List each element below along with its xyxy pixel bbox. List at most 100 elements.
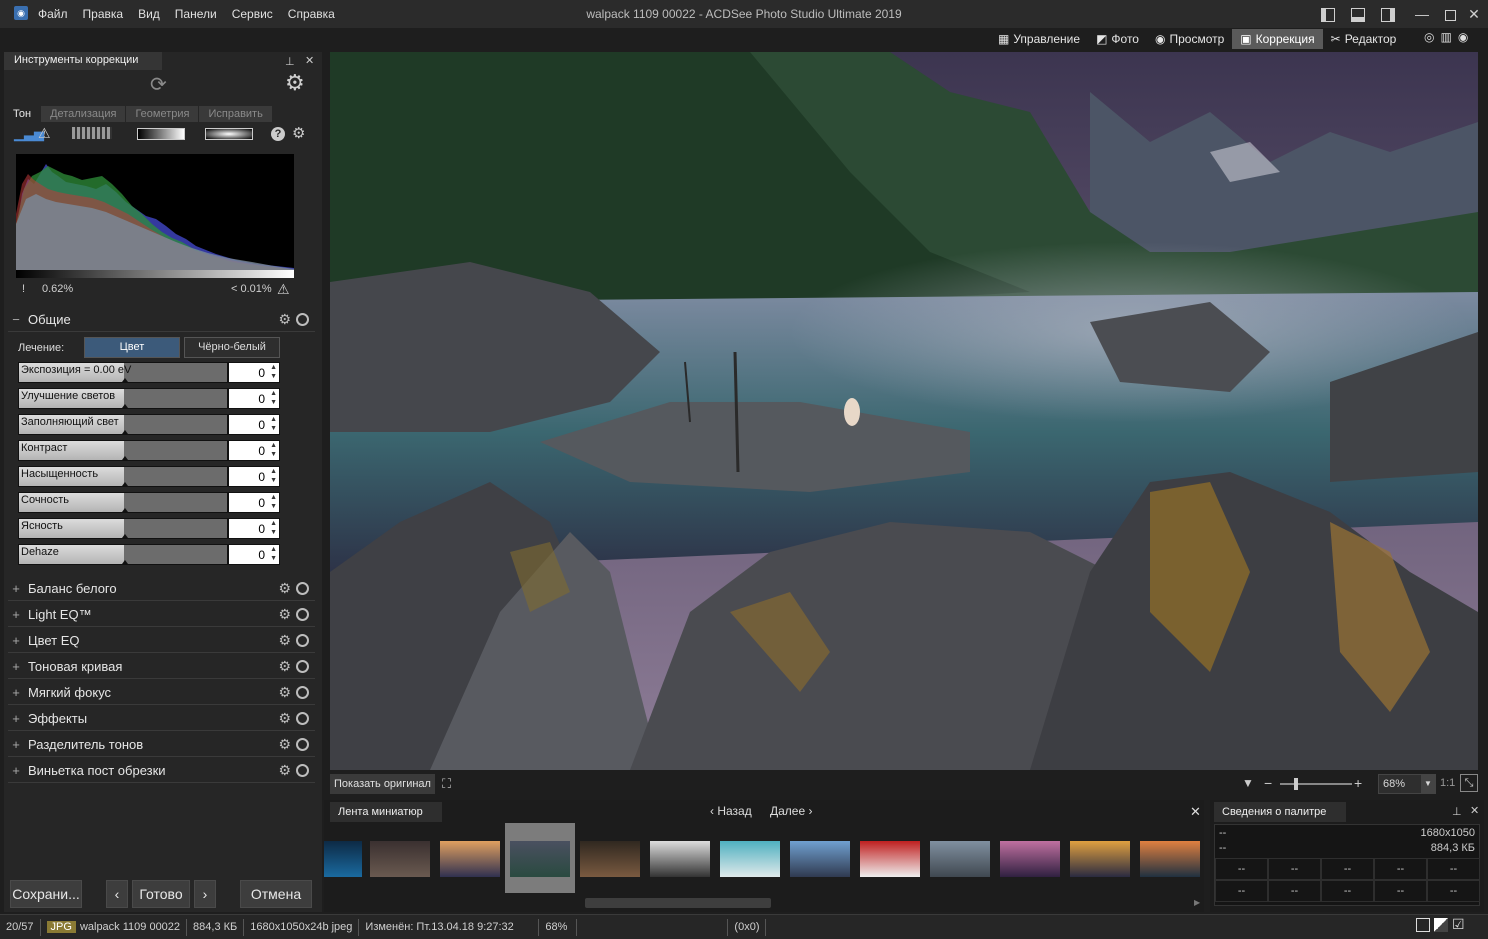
spin-arrows-icon[interactable]: ▲ ▼: [270, 441, 277, 459]
slider-0[interactable]: Экспозиция = 0.00 eV: [18, 362, 228, 383]
expand-icon[interactable]: +: [8, 737, 24, 752]
section-toggle-icon[interactable]: [296, 686, 309, 699]
fullscreen-icon[interactable]: ⛶: [442, 776, 451, 792]
layout-right-icon[interactable]: [1378, 4, 1398, 24]
section-0[interactable]: + Баланс белого ⚙: [8, 577, 315, 601]
slider-value-input[interactable]: 0 ▲ ▼: [228, 388, 280, 409]
slider-3[interactable]: Контраст: [18, 440, 228, 461]
mode-photos[interactable]: ◩ Фото: [1088, 29, 1147, 49]
settings-gear-icon[interactable]: ⚙: [285, 70, 305, 96]
cancel-button[interactable]: Отмена: [240, 880, 312, 908]
main-photo[interactable]: [330, 52, 1478, 770]
section-gear-icon[interactable]: ⚙: [278, 606, 291, 623]
warning-icon[interactable]: ⚠: [38, 125, 51, 142]
expand-icon[interactable]: +: [8, 581, 24, 596]
thumbnail[interactable]: [580, 841, 640, 877]
stats-icon[interactable]: ▥: [1440, 30, 1451, 44]
slider-value-input[interactable]: 0 ▲ ▼: [228, 492, 280, 513]
gradient-swatch-icon[interactable]: [137, 128, 185, 140]
expand-icon[interactable]: +: [8, 763, 24, 778]
thumbnail[interactable]: [440, 841, 500, 877]
thumbnail[interactable]: [790, 841, 850, 877]
section-4[interactable]: + Мягкий фокус ⚙: [8, 681, 315, 705]
section-6[interactable]: + Разделитель тонов ⚙: [8, 733, 315, 757]
done-button[interactable]: Готово: [132, 880, 190, 908]
close-window-button[interactable]: ✕: [1464, 4, 1484, 24]
section-toggle-icon[interactable]: [296, 608, 309, 621]
tab-detail[interactable]: Детализация: [41, 106, 126, 122]
layout-left-icon[interactable]: [1318, 4, 1338, 24]
clip-low-warning-icon[interactable]: !: [22, 283, 25, 295]
next-image-button[interactable]: ›: [194, 880, 216, 908]
thumbnail[interactable]: [1140, 841, 1200, 877]
slider-2[interactable]: Заполняющий свет: [18, 414, 228, 435]
thumbnail[interactable]: [930, 841, 990, 877]
slider-1[interactable]: Улучшение светов: [18, 388, 228, 409]
zoom-out-icon[interactable]: −: [1264, 775, 1272, 791]
section-gear-icon[interactable]: ⚙: [278, 580, 291, 597]
expand-icon[interactable]: +: [8, 633, 24, 648]
section-5[interactable]: + Эффекты ⚙: [8, 707, 315, 731]
section-toggle-icon[interactable]: [296, 634, 309, 647]
zoom-in-icon[interactable]: +: [1354, 775, 1362, 791]
zoom-slider[interactable]: [1280, 783, 1352, 785]
365-icon[interactable]: ◎: [1424, 30, 1434, 44]
pin-icon[interactable]: ⊥: [285, 55, 295, 68]
section-3[interactable]: + Тоновая кривая ⚙: [8, 655, 315, 679]
view-single-icon[interactable]: [1416, 918, 1430, 932]
zoom-menu-icon[interactable]: ▼: [1242, 776, 1254, 790]
slider-7[interactable]: Dehaze: [18, 544, 228, 565]
expand-icon[interactable]: +: [8, 659, 24, 674]
thumbnail[interactable]: [324, 841, 362, 877]
mode-develop[interactable]: ▣ Коррекция: [1232, 29, 1323, 49]
section-gear-icon[interactable]: ⚙: [278, 311, 291, 328]
section-toggle-icon[interactable]: [296, 660, 309, 673]
section-toggle-icon[interactable]: [296, 712, 309, 725]
tab-geometry[interactable]: Геометрия: [126, 106, 199, 122]
section-toggle-icon[interactable]: [296, 764, 309, 777]
actual-size-button[interactable]: 1:1: [1440, 777, 1455, 789]
treatment-bw-button[interactable]: Чёрно-белый: [184, 337, 280, 358]
slider-6[interactable]: Ясность: [18, 518, 228, 539]
slider-4[interactable]: Насыщенность: [18, 466, 228, 487]
filmstrip-next-button[interactable]: Далее ›: [770, 804, 813, 818]
auto-adjust-icon[interactable]: ⟳: [150, 72, 167, 97]
slider-value-input[interactable]: 0 ▲ ▼: [228, 518, 280, 539]
view-check-icon[interactable]: ☑: [1452, 916, 1465, 933]
section-gear-icon[interactable]: ⚙: [278, 710, 291, 727]
thumbnail[interactable]: [1070, 841, 1130, 877]
slider-value-input[interactable]: 0 ▲ ▼: [228, 544, 280, 565]
filmstrip-close-icon[interactable]: ✕: [1190, 804, 1201, 820]
eye-toggle-icon[interactable]: ◉: [1458, 30, 1468, 44]
spin-arrows-icon[interactable]: ▲ ▼: [270, 519, 277, 537]
clip-display-icon[interactable]: [72, 127, 112, 139]
slider-value-input[interactable]: 0 ▲ ▼: [228, 362, 280, 383]
section-gear-icon[interactable]: ⚙: [278, 736, 291, 753]
help-icon[interactable]: ?: [271, 127, 285, 141]
zoom-select[interactable]: 68% ▼: [1378, 774, 1436, 794]
section-2[interactable]: + Цвет EQ ⚙: [8, 629, 315, 653]
minimize-button[interactable]: —: [1412, 4, 1432, 24]
thumbnail[interactable]: [1000, 841, 1060, 877]
radial-swatch-icon[interactable]: [205, 128, 253, 140]
expand-icon[interactable]: +: [8, 711, 24, 726]
section-gear-icon[interactable]: ⚙: [278, 632, 291, 649]
slider-value-input[interactable]: 0 ▲ ▼: [228, 414, 280, 435]
section-toggle-icon[interactable]: [296, 313, 309, 326]
panel-close-icon[interactable]: ✕: [305, 54, 314, 67]
mode-edit[interactable]: ✂ Редактор: [1323, 29, 1405, 49]
section-1[interactable]: + Light EQ™ ⚙: [8, 603, 315, 627]
mode-view[interactable]: ◉ Просмотр: [1147, 29, 1232, 49]
scroll-right-icon[interactable]: ▶: [1194, 898, 1200, 907]
slider-5[interactable]: Сочность: [18, 492, 228, 513]
save-button[interactable]: Сохрани...: [10, 880, 82, 908]
maximize-button[interactable]: [1440, 4, 1460, 24]
layout-bottom-icon[interactable]: [1348, 4, 1368, 24]
section-gear-icon[interactable]: ⚙: [278, 762, 291, 779]
tab-repair[interactable]: Исправить: [199, 106, 272, 122]
tool-settings-icon[interactable]: ⚙: [292, 124, 305, 142]
section-gear-icon[interactable]: ⚙: [278, 684, 291, 701]
thumbnail[interactable]: [720, 841, 780, 877]
section-toggle-icon[interactable]: [296, 738, 309, 751]
prev-image-button[interactable]: ‹: [106, 880, 128, 908]
